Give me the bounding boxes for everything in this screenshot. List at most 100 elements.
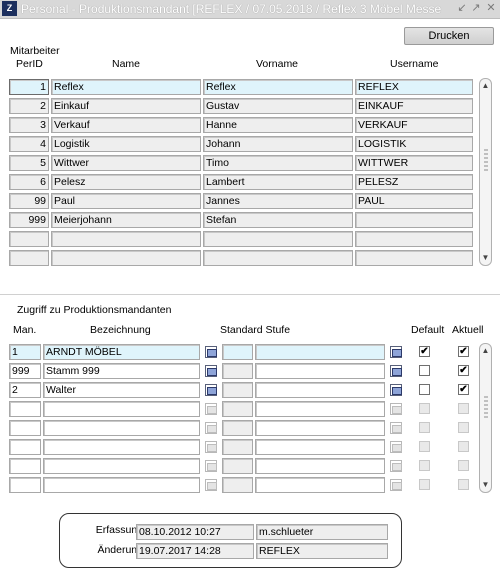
scroll-up-icon[interactable]: ▲ (480, 80, 491, 92)
username-cell[interactable]: WITTWER (355, 155, 473, 171)
close-icon[interactable]: ✕ (485, 2, 497, 15)
username-cell[interactable]: LOGISTIK (355, 136, 473, 152)
print-button[interactable]: Drucken (404, 27, 494, 45)
scroll-down-icon[interactable]: ▼ (480, 252, 491, 264)
stufe-code-cell[interactable] (222, 344, 253, 360)
username-cell[interactable]: VERKAUF (355, 117, 473, 133)
scroll-down-icon[interactable]: ▼ (480, 479, 491, 491)
username-cell[interactable]: EINKAUF (355, 98, 473, 114)
perid-cell[interactable]: 999 (9, 212, 49, 228)
man-cell[interactable]: 999 (9, 363, 41, 379)
stufe-code-cell[interactable] (222, 382, 253, 398)
bezeichnung-cell[interactable] (43, 401, 200, 417)
perid-cell[interactable]: 4 (9, 136, 49, 152)
man-cell[interactable]: 1 (9, 344, 41, 360)
bezeichnung-cell[interactable]: Stamm 999 (43, 363, 200, 379)
man-cell[interactable] (9, 458, 41, 474)
stufe-code-cell[interactable] (222, 439, 253, 455)
bezeichnung-cell[interactable] (43, 458, 200, 474)
vorname-cell[interactable]: Reflex (203, 79, 353, 95)
list-of-values-icon[interactable] (390, 384, 402, 396)
list-of-values-icon[interactable] (205, 479, 217, 491)
username-cell[interactable]: REFLEX (355, 79, 473, 95)
vorname-cell[interactable]: Hanne (203, 117, 353, 133)
username-cell[interactable] (355, 250, 473, 266)
list-of-values-icon[interactable] (205, 403, 217, 415)
name-cell[interactable]: Einkauf (51, 98, 201, 114)
stufe-code-cell[interactable] (222, 477, 253, 493)
aktuell-checkbox[interactable] (458, 441, 469, 452)
stufe-code-cell[interactable] (222, 401, 253, 417)
default-checkbox[interactable] (419, 441, 430, 452)
username-cell[interactable]: PELESZ (355, 174, 473, 190)
minimize-icon[interactable]: ↙ (456, 2, 468, 15)
aktuell-checkbox[interactable]: ✔ (458, 384, 469, 395)
aktuell-checkbox[interactable]: ✔ (458, 365, 469, 376)
vorname-cell[interactable] (203, 231, 353, 247)
username-cell[interactable] (355, 212, 473, 228)
stufe-name-cell[interactable] (255, 477, 385, 493)
list-of-values-icon[interactable] (205, 384, 217, 396)
bezeichnung-cell[interactable]: ARNDT MÖBEL (43, 344, 200, 360)
perid-cell[interactable]: 5 (9, 155, 49, 171)
vorname-cell[interactable]: Lambert (203, 174, 353, 190)
default-checkbox[interactable] (419, 365, 430, 376)
bezeichnung-cell[interactable] (43, 420, 200, 436)
stufe-name-cell[interactable] (255, 344, 385, 360)
stufe-code-cell[interactable] (222, 458, 253, 474)
perid-cell[interactable] (9, 250, 49, 266)
list-of-values-icon[interactable] (390, 460, 402, 472)
name-cell[interactable]: Wittwer (51, 155, 201, 171)
stufe-name-cell[interactable] (255, 382, 385, 398)
scroll-up-icon[interactable]: ▲ (480, 345, 491, 357)
stufe-name-cell[interactable] (255, 458, 385, 474)
bezeichnung-cell[interactable] (43, 439, 200, 455)
aktuell-checkbox[interactable] (458, 479, 469, 490)
default-checkbox[interactable]: ✔ (419, 346, 430, 357)
name-cell[interactable]: Reflex (51, 79, 201, 95)
default-checkbox[interactable] (419, 422, 430, 433)
bezeichnung-cell[interactable] (43, 477, 200, 493)
list-of-values-icon[interactable] (205, 460, 217, 472)
stufe-name-cell[interactable] (255, 401, 385, 417)
man-cell[interactable] (9, 477, 41, 493)
default-checkbox[interactable] (419, 479, 430, 490)
vorname-cell[interactable] (203, 250, 353, 266)
vorname-cell[interactable]: Jannes (203, 193, 353, 209)
zugriff-scrollbar[interactable]: ▲ ▼ (479, 343, 492, 493)
list-of-values-icon[interactable] (390, 422, 402, 434)
vorname-cell[interactable]: Gustav (203, 98, 353, 114)
vorname-cell[interactable]: Johann (203, 136, 353, 152)
stufe-name-cell[interactable] (255, 363, 385, 379)
name-cell[interactable]: Meierjohann (51, 212, 201, 228)
perid-cell[interactable]: 2 (9, 98, 49, 114)
name-cell[interactable]: Pelesz (51, 174, 201, 190)
name-cell[interactable] (51, 250, 201, 266)
name-cell[interactable] (51, 231, 201, 247)
list-of-values-icon[interactable] (390, 346, 402, 358)
aktuell-checkbox[interactable] (458, 460, 469, 471)
username-cell[interactable]: PAUL (355, 193, 473, 209)
aktuell-checkbox[interactable]: ✔ (458, 346, 469, 357)
restore-icon[interactable]: ↗ (470, 2, 482, 15)
perid-cell[interactable]: 99 (9, 193, 49, 209)
man-cell[interactable] (9, 420, 41, 436)
list-of-values-icon[interactable] (205, 422, 217, 434)
man-cell[interactable] (9, 439, 41, 455)
stufe-name-cell[interactable] (255, 439, 385, 455)
bezeichnung-cell[interactable]: Walter (43, 382, 200, 398)
username-cell[interactable] (355, 231, 473, 247)
vorname-cell[interactable]: Timo (203, 155, 353, 171)
vorname-cell[interactable]: Stefan (203, 212, 353, 228)
name-cell[interactable]: Verkauf (51, 117, 201, 133)
list-of-values-icon[interactable] (205, 365, 217, 377)
list-of-values-icon[interactable] (205, 441, 217, 453)
perid-cell[interactable]: 6 (9, 174, 49, 190)
list-of-values-icon[interactable] (390, 403, 402, 415)
stufe-code-cell[interactable] (222, 363, 253, 379)
man-cell[interactable]: 2 (9, 382, 41, 398)
list-of-values-icon[interactable] (205, 346, 217, 358)
perid-cell[interactable] (9, 231, 49, 247)
list-of-values-icon[interactable] (390, 441, 402, 453)
man-cell[interactable] (9, 401, 41, 417)
